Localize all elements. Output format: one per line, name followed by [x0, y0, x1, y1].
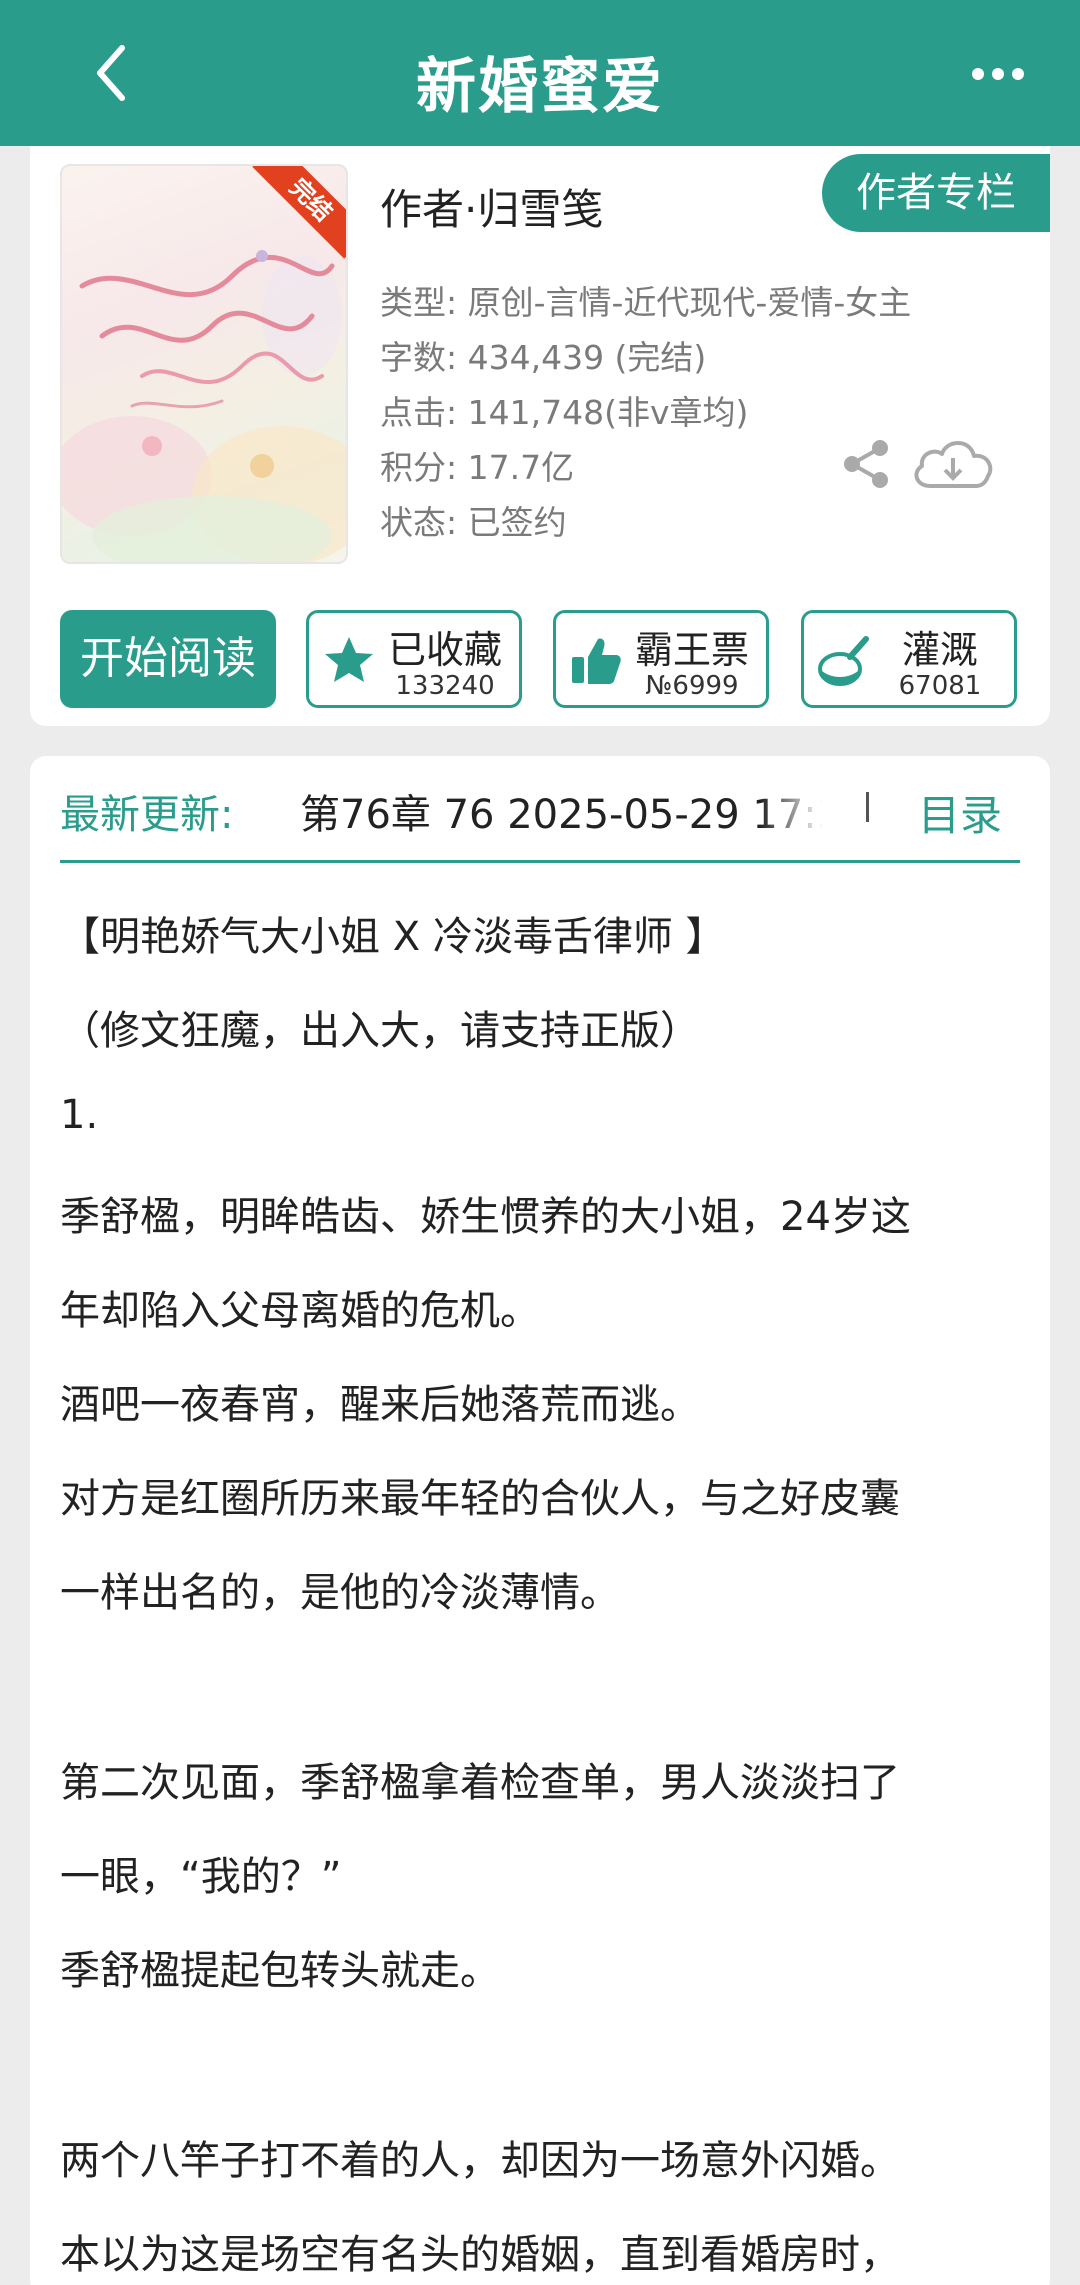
ticket-count: №6999	[645, 671, 739, 701]
irrigate-button[interactable]: 灌溉 67081	[801, 610, 1017, 708]
share-button[interactable]	[838, 436, 894, 492]
book-type: 类型: 原创-言情-近代现代-爱情-女主	[380, 283, 912, 322]
intro-paragraph: 一样出名的，是他的冷淡薄情。	[60, 1570, 620, 1616]
separator-bar	[866, 792, 869, 822]
sign-status: 状态: 已签约	[380, 503, 567, 542]
download-button[interactable]	[908, 432, 998, 496]
intro-paragraph: 季舒楹，明眸皓齿、娇生惯养的大小姐，24岁这	[60, 1194, 911, 1240]
favorite-label: 已收藏	[387, 628, 502, 672]
intro-paragraph: 酒吧一夜春宵，醒来后她落荒而逃。	[60, 1382, 700, 1428]
irrigate-label: 灌溉	[901, 628, 978, 672]
author-column-button[interactable]: 作者专栏	[822, 154, 1050, 232]
top-app-bar: 新婚蜜爱	[0, 0, 1080, 146]
latest-chapter-link[interactable]: 第76章 76 2025-05-29 17:30	[300, 782, 830, 840]
latest-update-label: 最新更新:	[60, 792, 234, 838]
favorite-button[interactable]: 已收藏 133240	[306, 610, 522, 708]
intro-paragraph: 【明艳娇气大小姐 X 冷淡毒舌律师 】	[60, 914, 726, 960]
cover-art-illustration	[62, 250, 346, 562]
intro-paragraph: 一眼，“我的？”	[60, 1854, 342, 1900]
intro-paragraph: 对方是红圈所历来最年轻的合伙人，与之好皮囊	[60, 1476, 900, 1522]
book-cover[interactable]: 完结	[60, 164, 348, 564]
divider	[60, 860, 1020, 863]
start-reading-button[interactable]: 开始阅读	[60, 610, 276, 708]
intro-paragraph: 本以为这是场空有名头的婚姻，直到看婚房时，	[60, 2232, 900, 2278]
thumbs-up-icon	[572, 638, 621, 684]
nutrient-bottle-icon	[818, 636, 869, 686]
intro-paragraph: 季舒楹提起包转头就走。	[60, 1948, 500, 1994]
table-of-contents-link[interactable]: 目录	[918, 782, 1002, 843]
intro-card: 最新更新: 第76章 76 2025-05-29 17:30 目录 【明艳娇气大…	[30, 756, 1050, 2285]
more-button[interactable]	[968, 54, 1028, 94]
intro-paragraph: （修文狂魔，出入大，请支持正版）	[60, 1008, 700, 1054]
share-icon	[844, 440, 888, 488]
irrigate-count: 67081	[898, 671, 982, 701]
intro-paragraph: 第二次见面，季舒楹拿着检查单，男人淡淡扫了	[60, 1760, 900, 1806]
intro-paragraph: 年却陷入父母离婚的危机。	[60, 1288, 540, 1334]
word-count: 字数: 434,439 (完结)	[380, 338, 707, 377]
page-title: 新婚蜜爱	[416, 52, 664, 122]
overlord-ticket-button[interactable]: 霸王票 №6999	[553, 610, 769, 708]
favorite-count: 133240	[395, 671, 495, 701]
ticket-label: 霸王票	[634, 628, 749, 672]
intro-paragraph: 两个八竿子打不着的人，却因为一场意外闪婚。	[60, 2138, 900, 2184]
intro-paragraph: 1.	[60, 1092, 99, 1138]
click-count: 点击: 141,748(非v章均)	[380, 393, 749, 432]
star-icon	[325, 637, 373, 682]
text-fade	[760, 776, 830, 836]
score: 积分: 17.7亿	[380, 448, 575, 487]
author-name[interactable]: 作者·归雪笺	[380, 176, 603, 237]
cloud-download-icon	[914, 441, 993, 488]
book-info-card: 完结 作者·归雪笺 作者专栏 类型: 原创-言情-近代现代-爱情-女主 字数: …	[30, 146, 1050, 726]
more-dots-icon	[972, 68, 1024, 80]
